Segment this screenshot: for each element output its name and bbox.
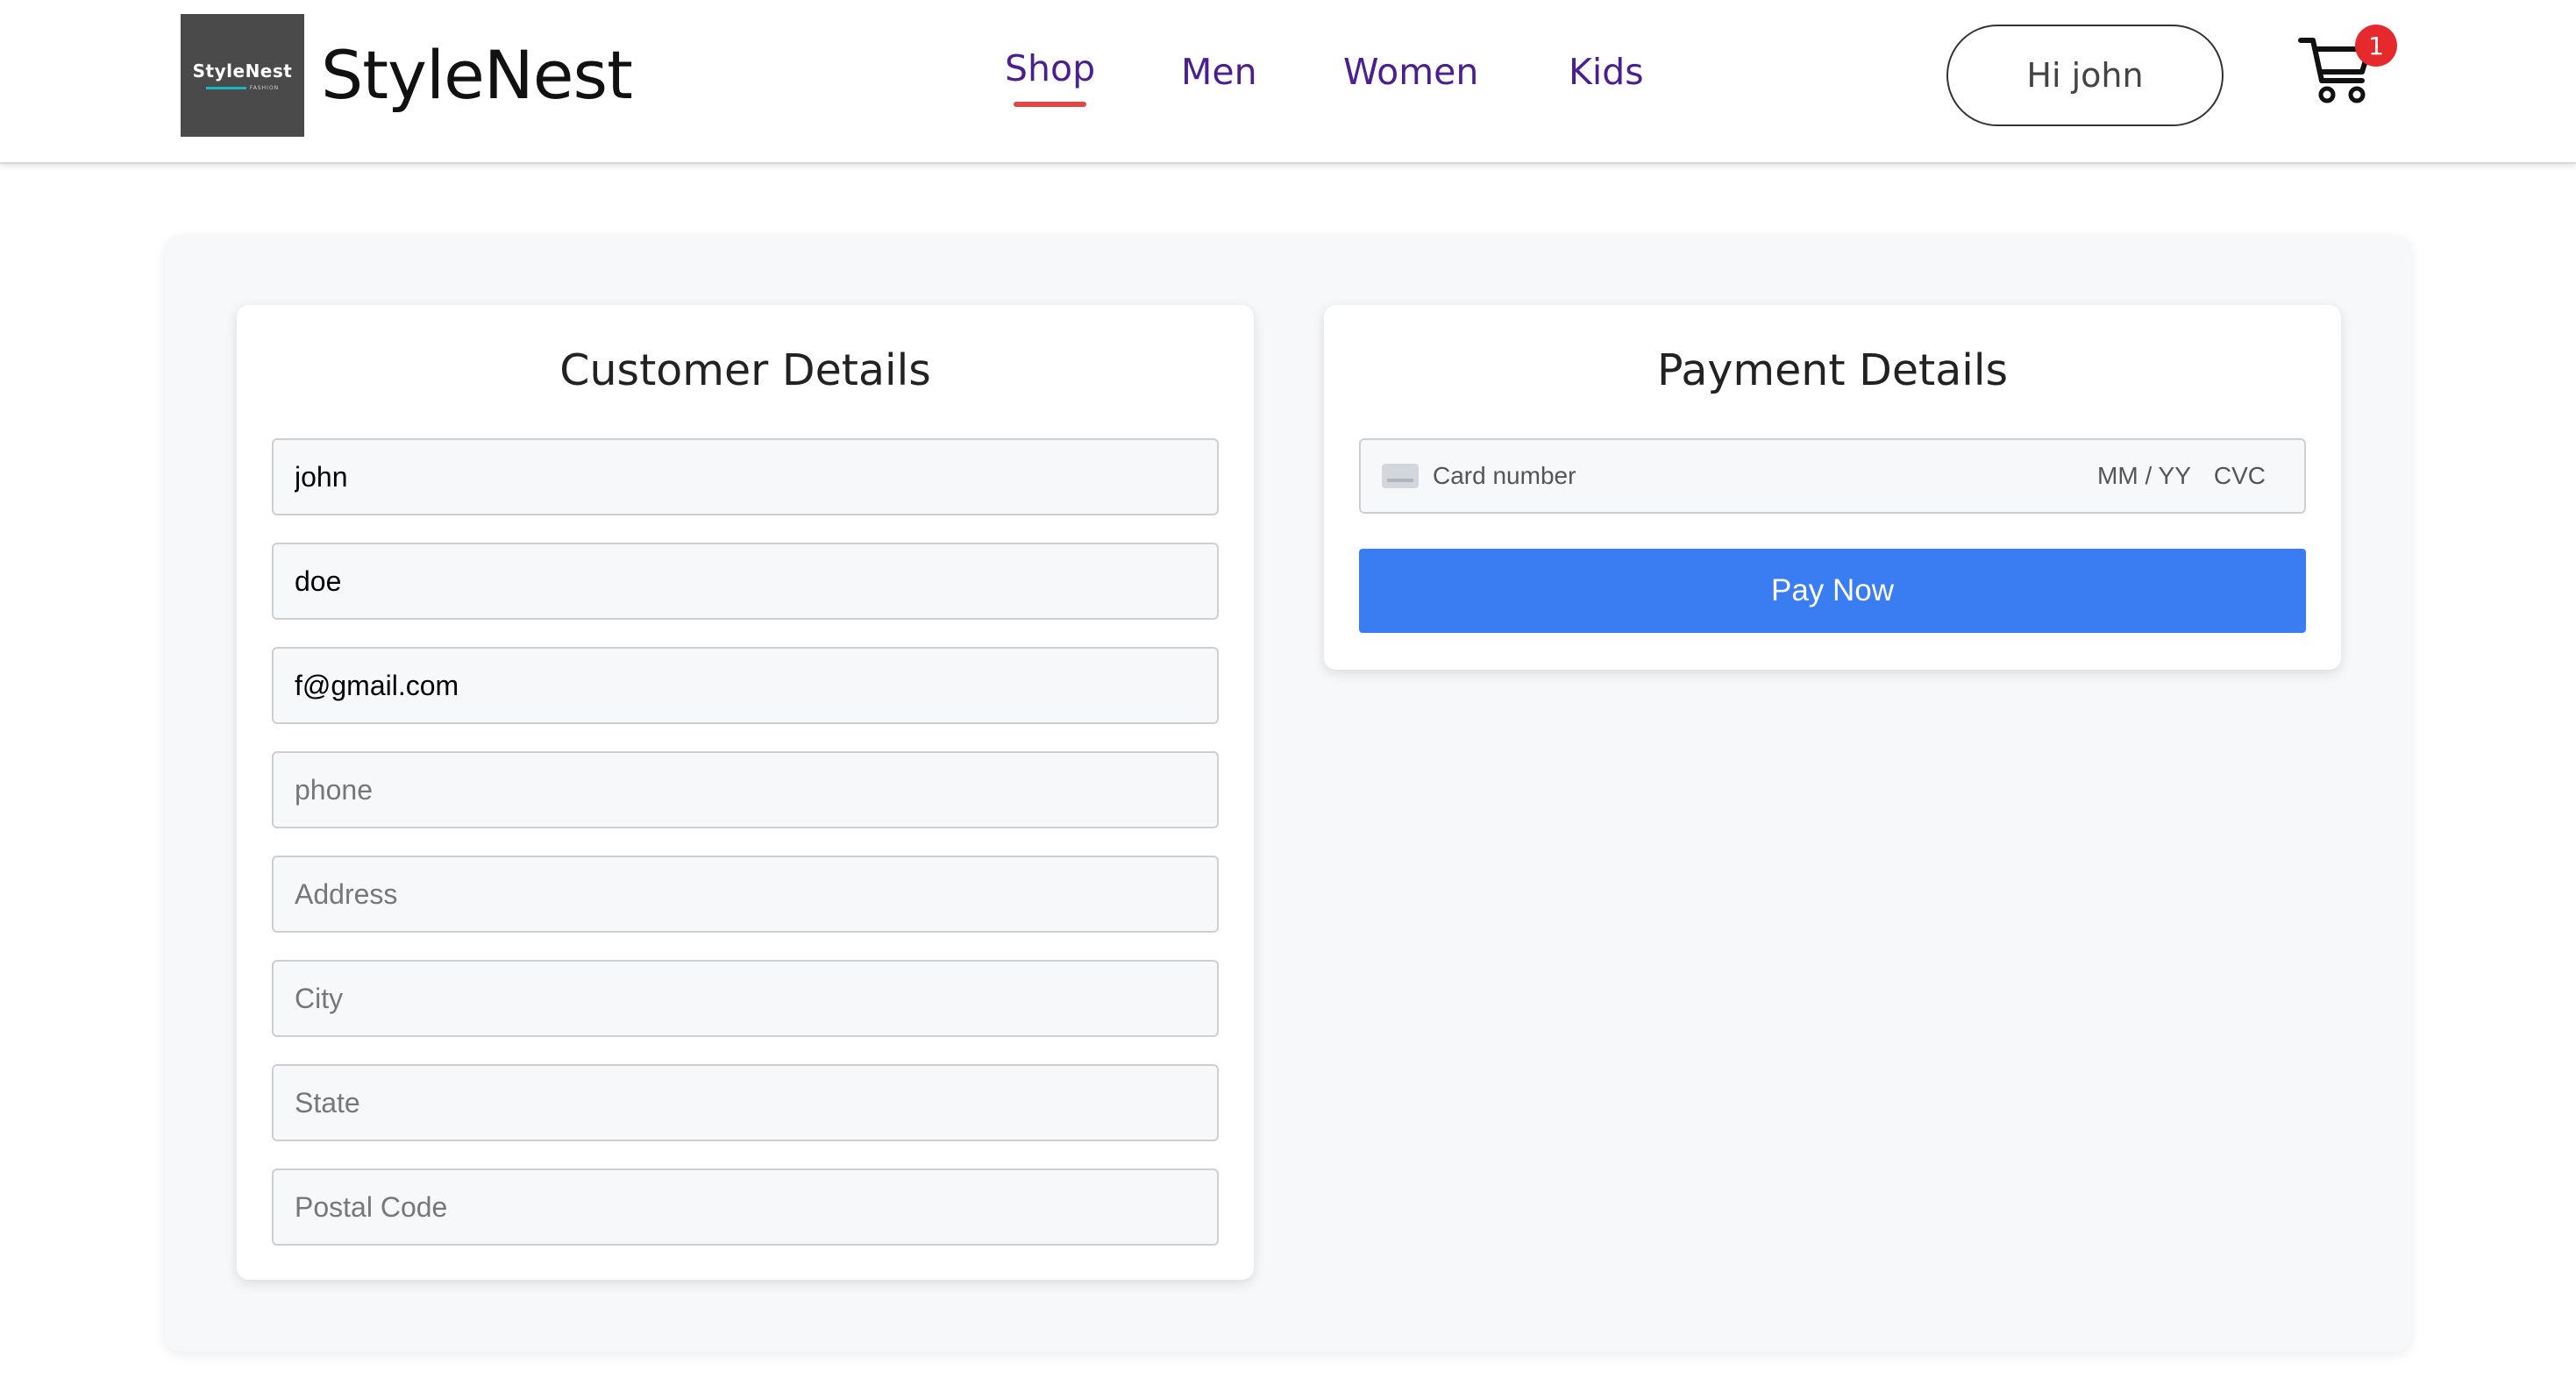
logo-tagline: FASHION (205, 85, 279, 91)
payment-details-card: Payment Details Card number MM / YY CVC … (1324, 305, 2341, 670)
customer-details-card: Customer Details (237, 305, 1254, 1280)
first-name-field[interactable] (272, 438, 1219, 515)
logo-text: StyleNest (192, 60, 293, 82)
nav-women[interactable]: Women (1343, 46, 1478, 98)
site-header: StyleNest FASHION StyleNest Shop Men Wom… (0, 0, 2576, 164)
card-number-placeholder[interactable]: Card number (1433, 462, 2097, 490)
card-input-field[interactable]: Card number MM / YY CVC (1359, 438, 2306, 514)
nav-kids[interactable]: Kids (1569, 46, 1644, 98)
customer-details-title: Customer Details (559, 345, 931, 395)
state-field[interactable] (272, 1064, 1219, 1141)
city-field[interactable] (272, 960, 1219, 1037)
cart-count-badge: 1 (2355, 25, 2397, 67)
user-greeting-button[interactable]: Hi john (1946, 25, 2224, 126)
nav-men[interactable]: Men (1181, 46, 1257, 98)
address-field[interactable] (272, 856, 1219, 933)
pay-now-button[interactable]: Pay Now (1359, 549, 2306, 633)
brand-name[interactable]: StyleNest (321, 32, 633, 119)
credit-card-icon (1382, 464, 1419, 488)
logo[interactable]: StyleNest FASHION (181, 14, 304, 137)
payment-details-title: Payment Details (1657, 345, 2008, 395)
last-name-field[interactable] (272, 543, 1219, 620)
phone-field[interactable] (272, 751, 1219, 828)
email-field[interactable] (272, 647, 1219, 724)
postal-code-field[interactable] (272, 1168, 1219, 1246)
card-expiry-placeholder[interactable]: MM / YY (2097, 462, 2191, 490)
card-cvc-placeholder[interactable]: CVC (2214, 462, 2266, 490)
nav-shop[interactable]: Shop (1005, 42, 1095, 95)
nav-active-underline (1014, 102, 1086, 107)
